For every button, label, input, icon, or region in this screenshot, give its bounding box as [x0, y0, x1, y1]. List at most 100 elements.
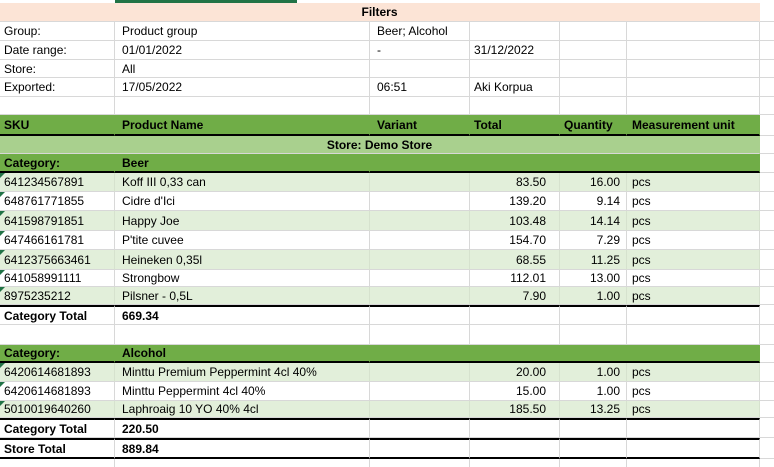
empty-cell[interactable]: [0, 325, 115, 345]
product-name-cell[interactable]: Strongbow: [115, 270, 370, 287]
category-label-cell[interactable]: Category:: [0, 345, 115, 363]
variant-cell[interactable]: [370, 250, 470, 270]
filter-value-cell[interactable]: All: [115, 60, 370, 78]
category-total-label-cell[interactable]: Category Total: [0, 418, 115, 438]
quantity-cell[interactable]: 16.00: [560, 173, 627, 192]
empty-cell[interactable]: [560, 22, 627, 41]
sku-cell[interactable]: 647466161781: [0, 231, 115, 250]
sku-cell[interactable]: 641058991111: [0, 270, 115, 287]
empty-cell[interactable]: [560, 418, 627, 438]
empty-cell[interactable]: [560, 438, 627, 459]
variant-cell[interactable]: [370, 192, 470, 211]
filter-value-cell[interactable]: [470, 22, 560, 41]
filter-value-cell[interactable]: Beer; Alcohol: [370, 22, 470, 41]
empty-cell[interactable]: [560, 305, 627, 325]
empty-cell[interactable]: [560, 325, 627, 345]
sku-cell[interactable]: 641234567891: [0, 173, 115, 192]
unit-cell[interactable]: pcs: [627, 401, 760, 418]
sku-cell[interactable]: 6420614681893: [0, 363, 115, 382]
filter-value-cell[interactable]: Product group: [115, 22, 370, 41]
filter-value-cell[interactable]: [470, 60, 560, 78]
filter-value-cell[interactable]: 17/05/2022: [115, 78, 370, 97]
unit-cell[interactable]: pcs: [627, 173, 760, 192]
total-cell[interactable]: 139.20: [470, 192, 560, 211]
empty-cell[interactable]: [470, 305, 560, 325]
sku-cell[interactable]: 8975235212: [0, 287, 115, 305]
empty-cell[interactable]: [470, 325, 560, 345]
filter-value-cell[interactable]: [370, 60, 470, 78]
empty-cell[interactable]: [627, 97, 760, 115]
quantity-cell[interactable]: 7.29: [560, 231, 627, 250]
empty-cell[interactable]: [560, 60, 627, 78]
empty-cell[interactable]: [627, 418, 760, 438]
filter-label-cell[interactable]: Exported:: [0, 78, 115, 97]
empty-cell[interactable]: [627, 22, 760, 41]
empty-cell[interactable]: [560, 78, 627, 97]
empty-cell[interactable]: [560, 97, 627, 115]
empty-cell[interactable]: [370, 459, 470, 467]
sku-cell[interactable]: 5010019640260: [0, 401, 115, 418]
unit-cell[interactable]: pcs: [627, 363, 760, 382]
variant-cell[interactable]: [370, 401, 470, 418]
variant-cell[interactable]: [370, 270, 470, 287]
unit-cell[interactable]: pcs: [627, 231, 760, 250]
filter-value-cell[interactable]: -: [370, 41, 470, 60]
product-name-cell[interactable]: Pilsner - 0,5L: [115, 287, 370, 305]
product-name-cell[interactable]: Minttu Premium Peppermint 4cl 40%: [115, 363, 370, 382]
store-total-value-cell[interactable]: 889.84: [115, 438, 370, 459]
category-total-value-cell[interactable]: 220.50: [115, 418, 370, 438]
empty-cell[interactable]: [627, 41, 760, 60]
column-header-variant[interactable]: Variant: [370, 115, 470, 136]
empty-cell[interactable]: [370, 97, 470, 115]
empty-cell[interactable]: [115, 325, 370, 345]
unit-cell[interactable]: pcs: [627, 270, 760, 287]
empty-cell[interactable]: [470, 418, 560, 438]
filter-value-cell[interactable]: 01/01/2022: [115, 41, 370, 60]
category-total-value-cell[interactable]: 669.34: [115, 305, 370, 325]
category-total-label-cell[interactable]: Category Total: [0, 305, 115, 325]
total-cell[interactable]: 15.00: [470, 382, 560, 401]
empty-cell[interactable]: [0, 97, 115, 115]
total-cell[interactable]: 185.50: [470, 401, 560, 418]
quantity-cell[interactable]: 9.14: [560, 192, 627, 211]
variant-cell[interactable]: [370, 382, 470, 401]
empty-cell[interactable]: [0, 459, 115, 467]
empty-cell[interactable]: [370, 418, 470, 438]
quantity-cell[interactable]: 1.00: [560, 382, 627, 401]
filter-label-cell[interactable]: Store:: [0, 60, 115, 78]
empty-cell[interactable]: [627, 438, 760, 459]
empty-cell[interactable]: [470, 438, 560, 459]
quantity-cell[interactable]: 13.00: [560, 270, 627, 287]
total-cell[interactable]: 68.55: [470, 250, 560, 270]
variant-cell[interactable]: [370, 173, 470, 192]
product-name-cell[interactable]: Heineken 0,35l: [115, 250, 370, 270]
total-cell[interactable]: 83.50: [470, 173, 560, 192]
product-name-cell[interactable]: Koff III 0,33 can: [115, 173, 370, 192]
unit-cell[interactable]: pcs: [627, 192, 760, 211]
variant-cell[interactable]: [370, 211, 470, 231]
empty-cell[interactable]: [627, 325, 760, 345]
total-cell[interactable]: 112.01: [470, 270, 560, 287]
filter-value-cell[interactable]: 31/12/2022: [470, 41, 560, 60]
filter-label-cell[interactable]: Group:: [0, 22, 115, 41]
product-name-cell[interactable]: Minttu Peppermint 4cl 40%: [115, 382, 370, 401]
product-name-cell[interactable]: P'tite cuvee: [115, 231, 370, 250]
column-header-total[interactable]: Total: [470, 115, 560, 136]
filter-label-cell[interactable]: Date range:: [0, 41, 115, 60]
empty-cell[interactable]: [560, 459, 627, 467]
variant-cell[interactable]: [370, 287, 470, 305]
empty-cell[interactable]: [115, 459, 370, 467]
empty-cell[interactable]: [370, 438, 470, 459]
total-cell[interactable]: 7.90: [470, 287, 560, 305]
product-name-cell[interactable]: Laphroaig 10 YO 40% 4cl: [115, 401, 370, 418]
quantity-cell[interactable]: 1.00: [560, 363, 627, 382]
total-cell[interactable]: 20.00: [470, 363, 560, 382]
category-name-cell[interactable]: Alcohol: [115, 345, 370, 363]
column-header-sku[interactable]: SKU: [0, 115, 115, 136]
quantity-cell[interactable]: 1.00: [560, 287, 627, 305]
empty-cell[interactable]: [370, 325, 470, 345]
product-name-cell[interactable]: Happy Joe: [115, 211, 370, 231]
quantity-cell[interactable]: 11.25: [560, 250, 627, 270]
empty-cell[interactable]: [370, 305, 470, 325]
empty-cell[interactable]: [627, 78, 760, 97]
